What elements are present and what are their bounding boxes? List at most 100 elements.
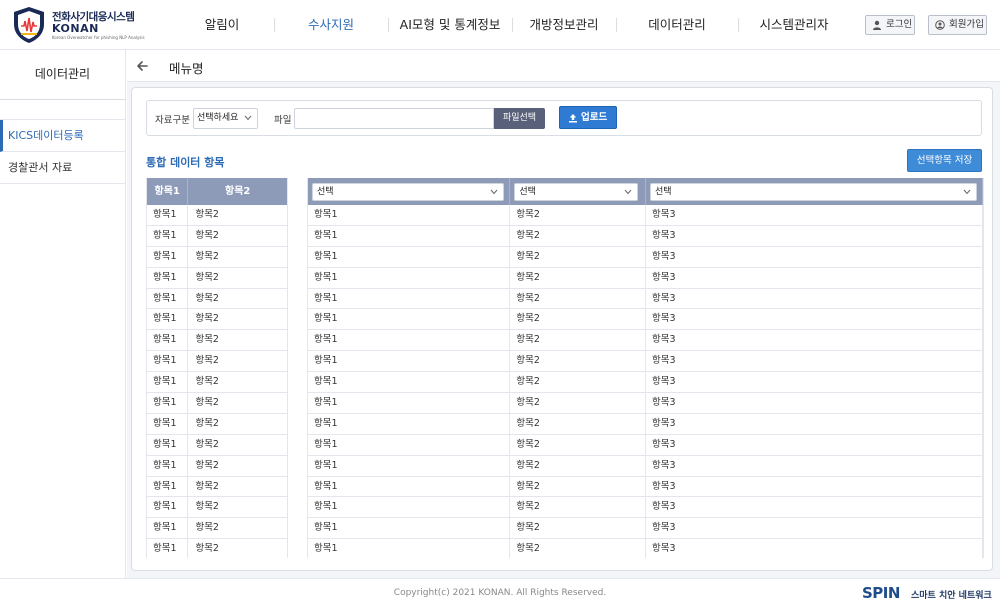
table-row[interactable]: 항목1 항목2 항목3	[308, 413, 983, 435]
table-cell: 항목1	[147, 455, 189, 476]
table-row[interactable]: 항목1 항목2 항목3	[308, 393, 983, 414]
table-cell: 항목3	[646, 434, 983, 455]
nav-item-open-info[interactable]: 개방정보관리	[512, 0, 616, 50]
table-cell: 항목2	[510, 351, 647, 372]
table-cell: 항목2	[510, 288, 647, 309]
table-row[interactable]: 항목1 항목2	[147, 225, 287, 247]
sidebar-title: 데이터관리	[0, 50, 125, 100]
table-cell: 항목1	[308, 497, 511, 518]
table-row[interactable]: 항목1 항목2	[147, 372, 287, 394]
table-body: 항목1 항목2 항목1 항목2 항목1 항목2 항목1 항목2 항목1 항목2 항목1 항목2 항목1 항…	[147, 205, 287, 558]
file-label: 파일	[274, 115, 292, 126]
user-circle-icon	[935, 20, 945, 30]
select-value: 선택	[655, 187, 672, 197]
table-cell: 항목1	[308, 225, 511, 246]
table-row[interactable]: 항목1 항목2	[147, 330, 287, 352]
table-row[interactable]: 항목1 항목2	[147, 309, 287, 331]
shield-logo-icon	[14, 7, 44, 43]
table-row[interactable]: 항목1 항목2 항목3	[308, 518, 983, 540]
table-cell: 항목3	[646, 455, 983, 476]
table-row[interactable]: 항목1 항목2 항목3	[308, 205, 983, 226]
table-row[interactable]: 항목1 항목2 항목3	[308, 288, 983, 310]
table-cell: 항목1	[308, 393, 511, 413]
table-row[interactable]: 항목1 항목2	[147, 413, 287, 435]
nav-item-system-admin[interactable]: 시스템관리자	[738, 0, 850, 50]
nav-item-investigation[interactable]: 수사지원	[274, 0, 388, 50]
table-cell: 항목2	[195, 397, 219, 409]
type-label: 자료구분	[155, 115, 190, 126]
nav-item-ai-stats[interactable]: AI모형 및 통계정보	[388, 0, 512, 50]
table-row[interactable]: 항목1 항목2 항목3	[308, 455, 983, 477]
table-row[interactable]: 항목1 항목2	[147, 351, 287, 373]
table-row[interactable]: 항목1 항목2	[147, 518, 287, 540]
chevron-down-icon	[625, 189, 632, 195]
arrow-left-icon[interactable]	[135, 59, 149, 73]
content-area: 자료구분 선택하세요 파일 파일선택 업로드 통합 데이터 항목 선택항목 저장…	[127, 82, 1000, 578]
signup-button[interactable]: 회원가입	[928, 15, 987, 35]
table-cell: 항목1	[147, 288, 189, 309]
table-row[interactable]: 항목1 항목2 항목3	[308, 225, 983, 247]
table-row[interactable]: 항목1 항목2	[147, 393, 287, 414]
table-cell: 항목1	[308, 288, 511, 309]
table-row[interactable]: 항목1 항목2	[147, 476, 287, 498]
table-cell: 항목2	[195, 522, 219, 534]
login-button[interactable]: 로그인	[865, 15, 915, 35]
chevron-down-icon	[963, 189, 971, 195]
table-row[interactable]: 항목1 항목2	[147, 497, 287, 519]
file-select-button[interactable]: 파일선택	[494, 108, 545, 129]
table-row[interactable]: 항목1 항목2	[147, 434, 287, 456]
logo[interactable]: 전화사기대응시스템 KONAN Korean Overwatcher for p…	[12, 6, 152, 44]
table-cell: 항목2	[510, 393, 647, 413]
table-row[interactable]: 항목1 항목2 항목3	[308, 434, 983, 456]
table-cell: 항목1	[308, 246, 511, 267]
table-cell: 항목1	[147, 518, 189, 539]
column-header: 항목2	[225, 186, 251, 197]
sidebar-item-kics-register[interactable]: KICS데이터등록	[0, 120, 125, 152]
table-row[interactable]: 항목1 항목2 항목3	[308, 309, 983, 331]
upload-button[interactable]: 업로드	[559, 106, 617, 129]
table-cell: 항목2	[510, 539, 647, 558]
table-cell: 항목2	[510, 267, 647, 288]
main-nav: 알림이 수사지원 AI모형 및 통계정보 개방정보관리 데이터관리 시스템관리자	[170, 0, 850, 50]
table-cell: 항목2	[195, 334, 219, 346]
column-mapping-select[interactable]: 선택	[312, 183, 504, 201]
table-cell: 항목2	[195, 417, 219, 429]
table-row[interactable]: 항목1 항목2 항목3	[308, 497, 983, 519]
table-row[interactable]: 항목1 항목2 항목3	[308, 246, 983, 268]
brand-name: KONAN	[52, 22, 99, 35]
column-mapping-select[interactable]: 선택	[650, 183, 977, 201]
table-cell: 항목1	[147, 205, 189, 225]
table-row[interactable]: 항목1 항목2	[147, 288, 287, 310]
table-row[interactable]: 항목1 항목2 항목3	[308, 267, 983, 289]
table-row[interactable]: 항목1 항목2 항목3	[308, 330, 983, 352]
column-mapping-select[interactable]: 선택	[514, 183, 639, 201]
table-row[interactable]: 항목1 항목2	[147, 455, 287, 477]
table-row[interactable]: 항목1 항목2	[147, 205, 287, 226]
table-cell: 항목2	[195, 376, 219, 388]
table-cell: 항목3	[646, 330, 983, 351]
table-row[interactable]: 항목1 항목2	[147, 539, 287, 558]
table-cell: 항목2	[510, 225, 647, 246]
mapping-header-cell: 선택	[646, 178, 983, 205]
table-row[interactable]: 항목1 항목2 항목3	[308, 539, 983, 558]
table-cell: 항목2	[195, 355, 219, 367]
table-row[interactable]: 항목1 항목2	[147, 267, 287, 289]
table-cell: 항목1	[147, 330, 189, 351]
page-header: 메뉴명	[127, 50, 1000, 82]
table-row[interactable]: 항목1 항목2 항목3	[308, 351, 983, 373]
table-row[interactable]: 항목1 항목2 항목3	[308, 372, 983, 394]
type-select[interactable]: 선택하세요	[193, 108, 258, 129]
integrated-items-table: 항목1 항목2 항목1 항목2 항목1 항목2 항목1 항목2 항목1 항목2 항목1 항목2 항목…	[146, 178, 288, 558]
table-cell: 항목1	[308, 309, 511, 330]
table-cell: 항목1	[308, 434, 511, 455]
save-selected-button[interactable]: 선택항목 저장	[907, 149, 982, 172]
table-row[interactable]: 항목1 항목2	[147, 246, 287, 268]
table-cell: 항목3	[646, 372, 983, 393]
nav-item-data-management[interactable]: 데이터관리	[616, 0, 738, 50]
sidebar-item-police-data[interactable]: 경찰관서 자료	[0, 152, 125, 184]
table-cell: 항목3	[646, 246, 983, 267]
nav-item-alerts[interactable]: 알림이	[170, 0, 274, 50]
table-row[interactable]: 항목1 항목2 항목3	[308, 476, 983, 498]
file-path-input[interactable]	[294, 108, 494, 129]
table-cell: 항목2	[195, 271, 219, 283]
